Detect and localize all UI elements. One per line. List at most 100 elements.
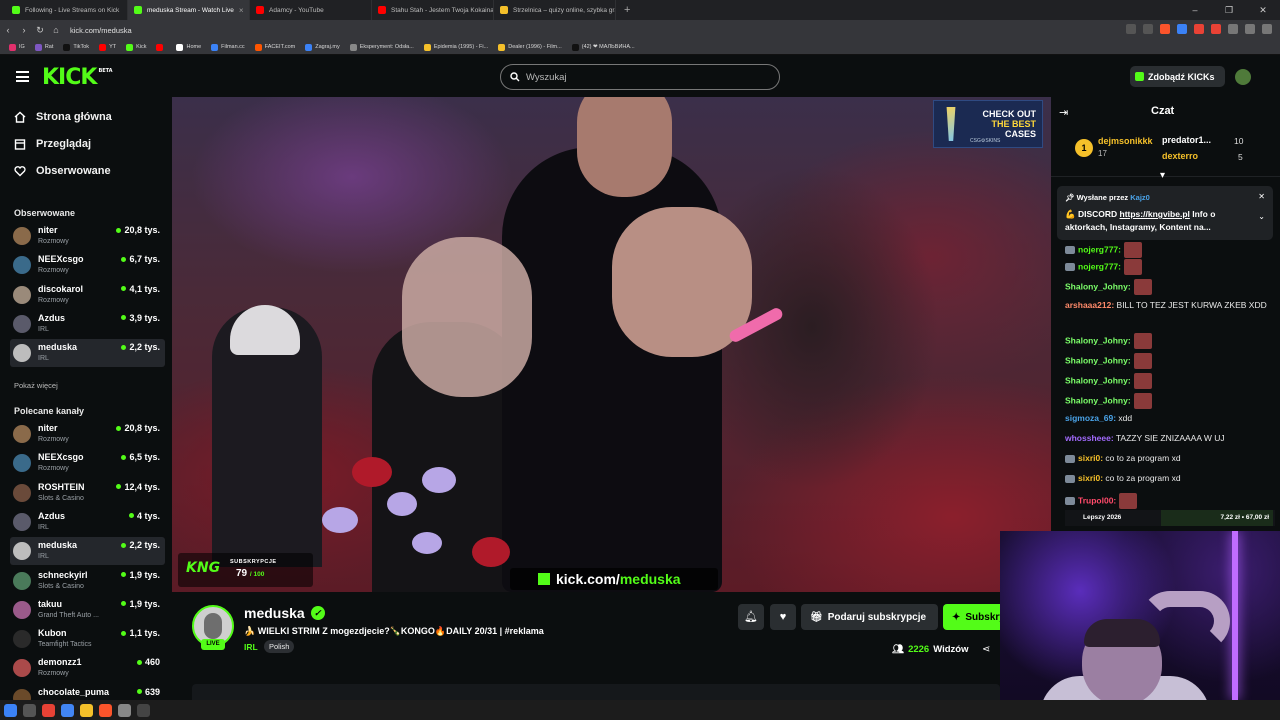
menu-icon[interactable] (1262, 24, 1272, 34)
bookmark-item[interactable]: Eksperyment: Odsła... (347, 43, 417, 51)
get-kicks-button[interactable]: Zdobądź KICKs (1130, 66, 1225, 87)
sidebar-channel-demonzz1[interactable]: demonzz1 Rozmowy 460 (10, 654, 165, 682)
forward-icon[interactable]: › (16, 25, 32, 35)
browser-tab[interactable]: Adamcy - YouTube (250, 0, 372, 20)
sponsor-ad-overlay[interactable]: CHECK OUT THE BEST CASES CSG⚙SKINS (933, 100, 1043, 148)
browser-tab[interactable]: Following - Live Streams on Kick (6, 0, 128, 20)
nav-home[interactable]: Strona główna (14, 111, 112, 123)
sidebar-channel-schneckyirl[interactable]: schneckyirl Slots & Casino 1,9 tys. (10, 567, 165, 595)
sidebar-channel-kubon[interactable]: Kubon Teamfight Tactics 1,1 tys. (10, 625, 165, 653)
collapse-chat-icon[interactable]: ⇥ (1059, 106, 1068, 119)
unpin-icon[interactable]: ✕ (1258, 192, 1265, 201)
chat-username[interactable]: Shalony_Johny: (1065, 281, 1131, 291)
show-more-link[interactable]: Pokaż więcej (14, 381, 58, 390)
settings-icon[interactable] (118, 703, 131, 717)
pinned-message[interactable]: 📌︎ Wysłane przez Kajz0 💪 DISCORD https:/… (1057, 186, 1273, 240)
back-icon[interactable]: ‹ (0, 25, 16, 35)
stream-category[interactable]: IRL (244, 642, 258, 652)
chrome-icon[interactable] (61, 703, 74, 717)
chat-username[interactable]: Shalony_Johny: (1065, 355, 1131, 365)
maximize-icon[interactable]: ❐ (1212, 0, 1246, 20)
user-avatar[interactable] (1235, 69, 1251, 85)
bookmark-item[interactable]: Rat (32, 43, 57, 51)
chat-username[interactable]: sixri0: (1078, 473, 1103, 483)
chat-username[interactable]: nojerg777: (1078, 261, 1121, 271)
nav-browse[interactable]: Przeglądaj (14, 138, 91, 150)
home-icon[interactable]: ⌂ (48, 25, 64, 35)
bookmark-item[interactable]: IG (6, 43, 28, 51)
notification-bell-button[interactable]: 🔔︎ (738, 604, 764, 630)
extension-icon[interactable] (1194, 24, 1204, 34)
chat-username[interactable]: Shalony_Johny: (1065, 335, 1131, 345)
nav-following[interactable]: Obserwowane (14, 165, 111, 177)
chat-username[interactable]: arshaaa212: (1065, 300, 1114, 310)
bookmark-item[interactable]: Kick (123, 43, 149, 51)
close-tab-icon[interactable]: × (239, 6, 244, 15)
share-icon[interactable] (1143, 24, 1153, 34)
bookmark-item[interactable]: Epidemia (1995) - Fi... (421, 43, 491, 51)
reload-icon[interactable]: ↻ (32, 25, 48, 36)
sidebar-channel-discokarol[interactable]: discokarol Rozmowy 4,1 tys. (10, 281, 165, 309)
search-input[interactable] (526, 71, 756, 83)
extension-icon[interactable] (1177, 24, 1187, 34)
sidebar-channel-azdus[interactable]: Azdus IRL 4 tys. (10, 508, 165, 536)
bookmark-item[interactable] (153, 43, 169, 51)
browser-tab[interactable]: Stahu Stah - Jestem Twoja Kokaina (372, 0, 494, 20)
search-icon[interactable] (23, 703, 36, 717)
extension-icon[interactable] (1211, 24, 1221, 34)
prediction-banner[interactable]: Lepszy 2026 7,22 zł • 67,00 zł (1065, 510, 1275, 526)
sidebar-channel-takuu[interactable]: takuu Grand Theft Auto ... 1,9 tys. (10, 596, 165, 624)
chat-username[interactable]: whossheee: (1065, 433, 1114, 443)
chat-username[interactable]: sixri0: (1078, 453, 1103, 463)
chat-username[interactable]: nojerg777: (1078, 244, 1121, 254)
close-window-icon[interactable]: ✕ (1246, 0, 1280, 20)
extensions-icon[interactable] (1245, 24, 1255, 34)
bookmark-item[interactable]: Filman.cc (208, 43, 248, 51)
bookmark-item[interactable]: Home (173, 43, 204, 51)
chevron-down-icon[interactable]: ⌄ (1258, 212, 1265, 221)
chat-username[interactable]: Shalony_Johny: (1065, 395, 1131, 405)
browser-tab[interactable]: Strzelnica – quizy online, szybka gra (494, 0, 616, 20)
brave-shield-icon[interactable] (1160, 24, 1170, 34)
video-player[interactable]: CHECK OUT THE BEST CASES CSG⚙SKINS KNG S… (172, 97, 1051, 592)
bookmark-item[interactable]: Dealer (1996) - Film... (495, 43, 565, 51)
bookmark-item[interactable]: FACEIT.com (252, 43, 299, 51)
chrome-icon[interactable] (42, 703, 55, 717)
sidebar-channel-roshtein[interactable]: ROSHTEIN Slots & Casino 12,4 tys. (10, 479, 165, 507)
follow-button[interactable]: ♥ (770, 604, 796, 630)
sidebar-channel-azdus[interactable]: Azdus IRL 3,9 tys. (10, 310, 165, 338)
search-box[interactable] (500, 64, 780, 90)
language-tag[interactable]: Polish (264, 640, 295, 653)
bookmark-item[interactable]: Zagraj.my (302, 43, 342, 51)
chat-username[interactable]: Shalony_Johny: (1065, 375, 1131, 385)
sidebar-channel-neexcsgo[interactable]: NEEXcsgo Rozmowy 6,7 tys. (10, 251, 165, 279)
chat-username[interactable]: sigmoza_69: (1065, 413, 1116, 423)
minimize-icon[interactable]: – (1178, 0, 1212, 20)
browser-tab[interactable]: meduska Stream - Watch Live × (128, 0, 250, 20)
brave-icon[interactable] (99, 703, 112, 717)
leader-name[interactable]: dexterro (1162, 151, 1198, 161)
app-icon[interactable] (80, 703, 93, 717)
chat-username[interactable]: Trupol00: (1078, 495, 1116, 505)
menu-icon[interactable] (16, 71, 29, 82)
kick-logo[interactable]: KICK BETA (42, 65, 113, 90)
download-icon[interactable] (1228, 24, 1238, 34)
terminal-icon[interactable] (137, 703, 150, 717)
bookmark-item[interactable]: (42) ❤ МАЛЬВИНА... (569, 43, 638, 51)
sidebar-channel-meduska[interactable]: meduska IRL 2,2 tys. (10, 537, 165, 566)
sidebar-channel-niter[interactable]: niter Rozmowy 20,8 tys. (10, 222, 165, 250)
zoom-icon[interactable] (1126, 24, 1136, 34)
bookmark-item[interactable]: TikTok (60, 43, 92, 51)
discord-link[interactable]: https://kngvibe.pl (1120, 209, 1190, 219)
sidebar-channel-meduska[interactable]: meduska IRL 2,2 tys. (10, 339, 165, 368)
leader-name[interactable]: dejmsonikkk (1098, 136, 1153, 146)
gift-subscription-button[interactable]: 🎁︎ Podaruj subskrypcje (801, 604, 938, 630)
bookmark-item[interactable]: YT (96, 43, 119, 51)
pinned-toggle-icon[interactable]: ▾ (1160, 170, 1165, 181)
url-field[interactable]: kick.com/meduska (70, 26, 132, 35)
new-tab-button[interactable]: + (616, 4, 638, 16)
sidebar-channel-chocolate_puma[interactable]: chocolate_puma 639 (10, 684, 165, 700)
leader-name[interactable]: predator1... (1162, 135, 1211, 145)
windows-start-icon[interactable] (4, 703, 17, 717)
sidebar-channel-neexcsgo[interactable]: NEEXcsgo Rozmowy 6,5 tys. (10, 449, 165, 477)
